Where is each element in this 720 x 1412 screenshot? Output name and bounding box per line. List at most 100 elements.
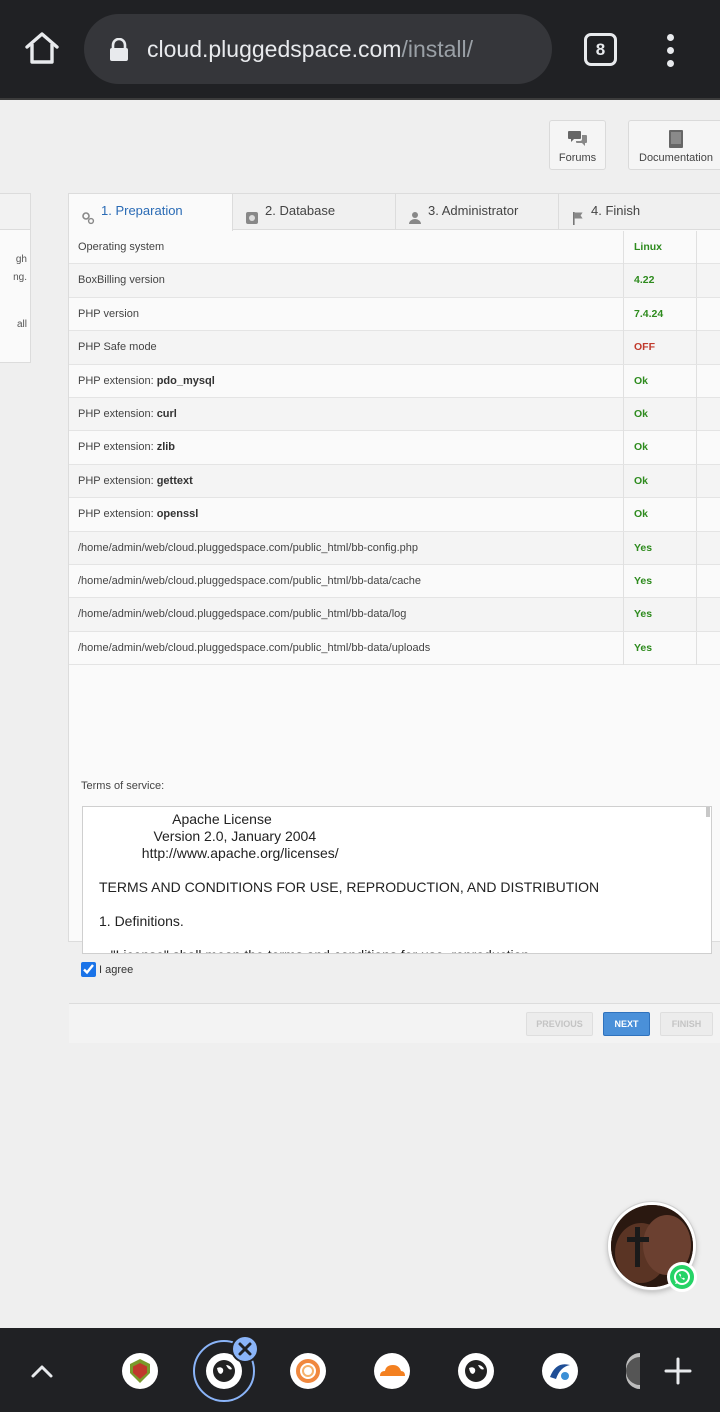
- overflow-menu-icon[interactable]: [661, 32, 681, 68]
- requirement-name: PHP extension: openssl: [78, 508, 199, 521]
- table-row: PHP extension: curl Ok: [69, 397, 720, 432]
- agree-checkbox[interactable]: [81, 962, 96, 977]
- tab-thumbnail-sail[interactable]: [542, 1353, 578, 1389]
- table-row: /home/admin/web/cloud.pluggedspace.com/p…: [69, 598, 720, 632]
- previous-button[interactable]: PREVIOUS: [526, 1012, 593, 1036]
- tab-thumbnail-partial[interactable]: [626, 1353, 640, 1389]
- table-row: PHP extension: openssl Ok: [69, 498, 720, 532]
- tab-preparation[interactable]: 1. Preparation: [69, 194, 233, 231]
- url-host: cloud.pluggedspace.com: [147, 36, 402, 62]
- requirement-name: /home/admin/web/cloud.pluggedspace.com/p…: [78, 608, 407, 621]
- requirement-status: Yes: [623, 631, 697, 665]
- tab-administrator[interactable]: 3. Administrator: [396, 194, 559, 230]
- tab-thumbnail-cloudflare[interactable]: [374, 1353, 410, 1389]
- requirement-name: /home/admin/web/cloud.pluggedspace.com/p…: [78, 541, 418, 554]
- chat-bubbles-icon: [567, 129, 588, 149]
- terms-text: Apache License Version 2.0, January 2004…: [99, 811, 600, 953]
- step-label: 4. Finish: [591, 203, 641, 218]
- requirement-name: /home/admin/web/cloud.pluggedspace.com/p…: [78, 574, 422, 587]
- install-wizard: 1. Preparation 2. Database 3. Administra…: [68, 193, 720, 1043]
- requirement-name: /home/admin/web/cloud.pluggedspace.com/p…: [78, 641, 431, 654]
- terms-label: Terms of service:: [81, 780, 165, 792]
- documentation-link[interactable]: Documentation: [628, 120, 720, 170]
- browser-toolbar: cloud.pluggedspace.com/install/ 8: [0, 0, 720, 98]
- new-tab-icon[interactable]: [663, 1356, 693, 1386]
- table-row: /home/admin/web/cloud.pluggedspace.com/p…: [69, 564, 720, 599]
- user-icon: [408, 204, 422, 224]
- sail-icon: [543, 1354, 577, 1388]
- requirement-status: Yes: [623, 598, 697, 632]
- finish-button[interactable]: FINISH: [660, 1012, 713, 1036]
- partial-tab-icon: [626, 1357, 640, 1385]
- table-row: /home/admin/web/cloud.pluggedspace.com/p…: [69, 531, 720, 565]
- address-bar[interactable]: cloud.pluggedspace.com/install/: [84, 14, 552, 84]
- table-row: /home/admin/web/cloud.pluggedspace.com/p…: [69, 631, 720, 666]
- database-icon: [245, 204, 259, 224]
- forums-link[interactable]: Forums: [549, 120, 606, 170]
- side-panel-header: [0, 194, 30, 230]
- side-text-fragment: ng.: [13, 272, 27, 283]
- wizard-button-bar: PREVIOUS NEXT FINISH: [69, 1003, 720, 1043]
- requirement-name: PHP extension: curl: [78, 407, 177, 420]
- table-row: PHP extension: zlib Ok: [69, 431, 720, 465]
- step-label: 2. Database: [265, 203, 336, 218]
- tab-thumbnail-ring[interactable]: [290, 1353, 326, 1389]
- close-tab-icon[interactable]: [231, 1335, 259, 1363]
- agree-checkbox-row[interactable]: I agree: [81, 962, 133, 977]
- requirement-status: Ok: [623, 498, 697, 532]
- table-row: Operating system Linux: [69, 231, 720, 265]
- requirement-name: PHP extension: zlib: [78, 441, 176, 454]
- agree-label: I agree: [99, 963, 134, 976]
- requirement-status: Yes: [623, 531, 697, 565]
- step-label: 3. Administrator: [428, 203, 519, 218]
- requirement-name: BoxBilling version: [78, 274, 165, 287]
- table-row: PHP version 7.4.24: [69, 297, 720, 332]
- terms-textarea[interactable]: Apache License Version 2.0, January 2004…: [82, 806, 712, 954]
- book-icon: [666, 129, 686, 149]
- url-path: /install/: [401, 36, 474, 62]
- requirement-status: OFF: [623, 331, 697, 365]
- requirement-name: Operating system: [78, 241, 165, 253]
- requirement-status: Ok: [623, 464, 697, 498]
- documentation-label: Documentation: [639, 152, 713, 164]
- chevron-up-icon[interactable]: [28, 1358, 56, 1382]
- table-row: BoxBilling version 4.22: [69, 264, 720, 298]
- step-label: 1. Preparation: [101, 203, 183, 218]
- requirement-status: Linux: [623, 231, 697, 264]
- whatsapp-icon[interactable]: [667, 1262, 697, 1292]
- tab-finish[interactable]: 4. Finish: [559, 194, 720, 230]
- side-info-panel: gh ng. all: [0, 193, 31, 363]
- lock-icon[interactable]: [108, 37, 130, 62]
- next-button[interactable]: NEXT: [603, 1012, 650, 1036]
- tab-thumbnail-globe[interactable]: [458, 1353, 494, 1389]
- requirement-status: 7.4.24: [623, 297, 697, 331]
- tab-thumbnail-shield[interactable]: [122, 1353, 158, 1389]
- tab-database[interactable]: 2. Database: [233, 194, 396, 230]
- help-links: Forums Documentation: [0, 120, 720, 172]
- flag-icon: [571, 204, 585, 225]
- requirement-status: Ok: [623, 364, 697, 398]
- requirements-table: Operating system Linux BoxBilling version…: [69, 231, 720, 666]
- wizard-steps: 1. Preparation 2. Database 3. Administra…: [69, 194, 720, 231]
- requirement-status: Yes: [623, 564, 697, 598]
- requirement-name: PHP extension: gettext: [78, 474, 193, 487]
- bottom-tab-strip: [0, 1328, 720, 1412]
- home-icon[interactable]: [22, 28, 62, 68]
- requirement-name: PHP version: [78, 307, 139, 320]
- requirement-status: Ok: [623, 397, 697, 431]
- requirement-status: Ok: [623, 431, 697, 465]
- table-row: PHP extension: pdo_mysql Ok: [69, 364, 720, 398]
- requirement-status: 4.22: [623, 264, 697, 298]
- cloudflare-icon: [375, 1354, 409, 1388]
- terms-scrollbar[interactable]: [706, 807, 710, 817]
- gears-icon: [81, 204, 95, 225]
- shield-icon: [123, 1354, 157, 1388]
- ring-icon: [291, 1354, 325, 1388]
- table-row: PHP extension: gettext Ok: [69, 464, 720, 499]
- url-text[interactable]: cloud.pluggedspace.com/install/: [147, 36, 473, 63]
- requirement-name: PHP Safe mode: [78, 341, 157, 354]
- requirement-name: PHP extension: pdo_mysql: [78, 374, 215, 387]
- table-row: PHP Safe mode OFF: [69, 331, 720, 365]
- forums-label: Forums: [558, 152, 597, 164]
- tab-switcher-button[interactable]: 8: [584, 33, 617, 66]
